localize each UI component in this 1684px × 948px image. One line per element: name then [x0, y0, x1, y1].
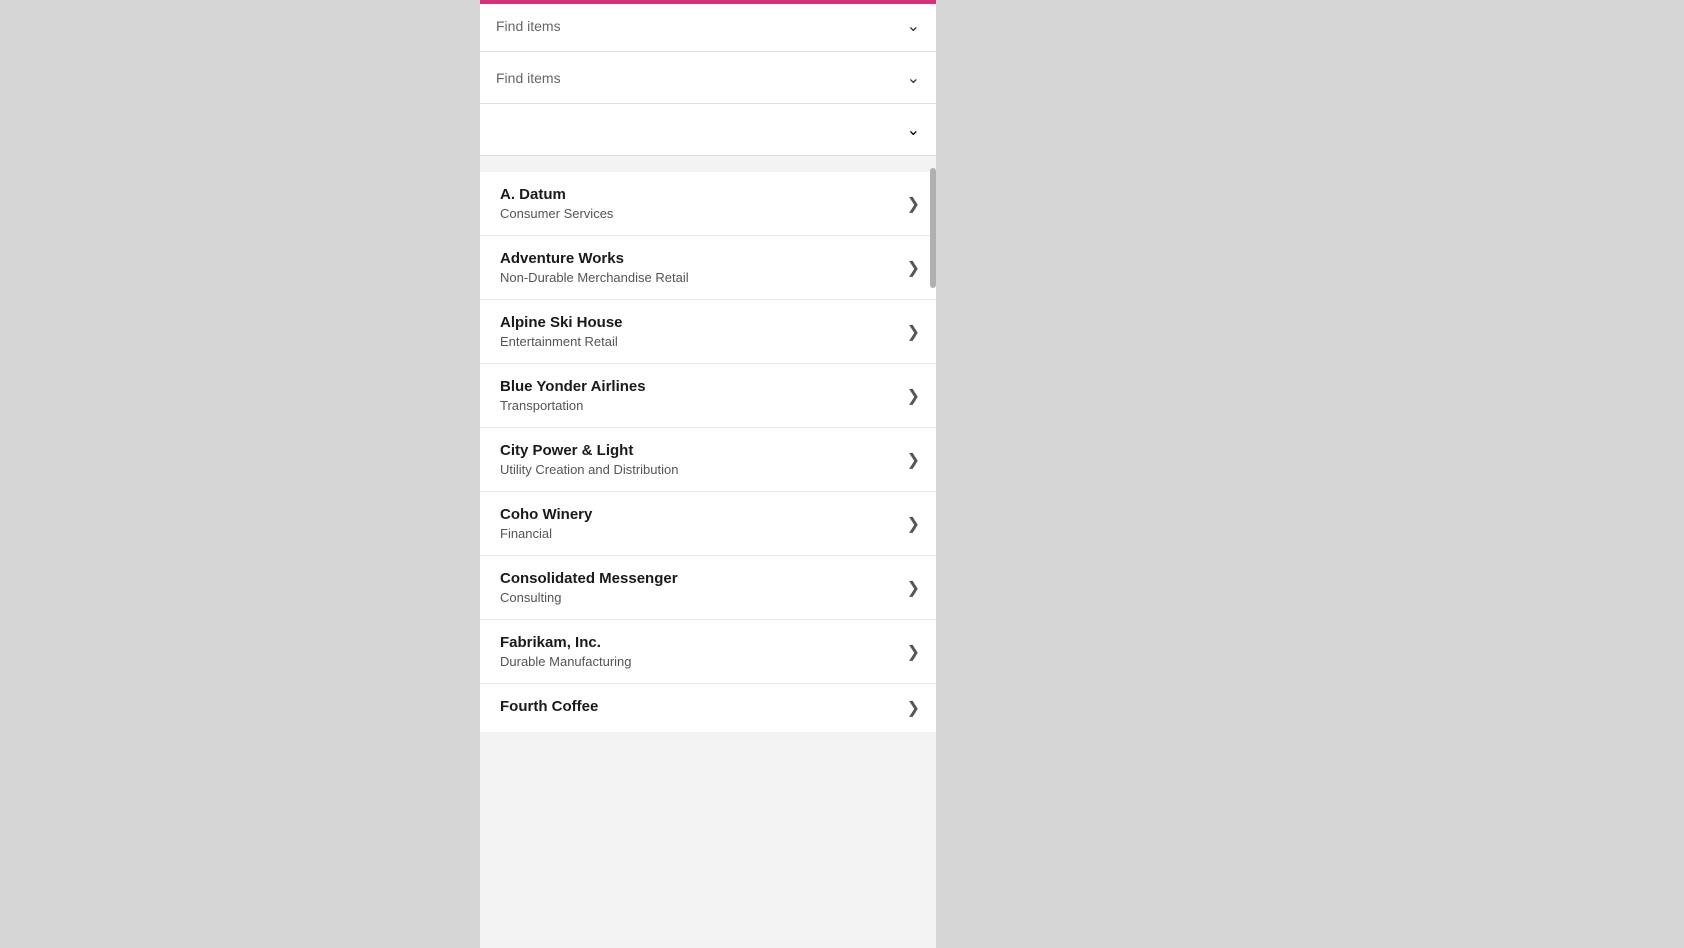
list-item-adventure-works[interactable]: Adventure Works Non-Durable Merchandise …	[480, 236, 936, 300]
filter-label-1: Find items	[496, 18, 561, 34]
list-item-fabrikam[interactable]: Fabrikam, Inc. Durable Manufacturing ❯	[480, 620, 936, 684]
chevron-right-icon-fourth-coffee: ❯	[907, 698, 920, 718]
item-name-alpine-ski-house: Alpine Ski House	[500, 314, 899, 331]
item-sub-a-datum: Consumer Services	[500, 206, 899, 221]
chevron-right-icon-coho-winery: ❯	[907, 514, 920, 534]
chevron-right-icon-consolidated-messenger: ❯	[907, 578, 920, 598]
item-text-blue-yonder: Blue Yonder Airlines Transportation	[500, 378, 899, 413]
scrollbar-thumb[interactable]	[930, 168, 936, 288]
chevron-down-icon-1: ⌄	[907, 16, 920, 36]
item-text-a-datum: A. Datum Consumer Services	[500, 186, 899, 221]
item-sub-fabrikam: Durable Manufacturing	[500, 654, 899, 669]
filter-row-3[interactable]: ⌄	[480, 104, 936, 156]
item-name-adventure-works: Adventure Works	[500, 250, 899, 267]
chevron-right-icon-city-power: ❯	[907, 450, 920, 470]
item-name-fabrikam: Fabrikam, Inc.	[500, 634, 899, 651]
item-name-blue-yonder: Blue Yonder Airlines	[500, 378, 899, 395]
top-accent-bar	[480, 0, 936, 4]
chevron-right-icon-adventure-works: ❯	[907, 258, 920, 278]
item-text-consolidated-messenger: Consolidated Messenger Consulting	[500, 570, 899, 605]
chevron-right-icon-a-datum: ❯	[907, 194, 920, 214]
item-name-consolidated-messenger: Consolidated Messenger	[500, 570, 899, 587]
list-item-blue-yonder[interactable]: Blue Yonder Airlines Transportation ❯	[480, 364, 936, 428]
filter-label-2: Find items	[496, 70, 561, 86]
list-item-coho-winery[interactable]: Coho Winery Financial ❯	[480, 492, 936, 556]
list-item-city-power[interactable]: City Power & Light Utility Creation and …	[480, 428, 936, 492]
item-sub-blue-yonder: Transportation	[500, 398, 899, 413]
chevron-right-icon-alpine-ski-house: ❯	[907, 322, 920, 342]
item-text-alpine-ski-house: Alpine Ski House Entertainment Retail	[500, 314, 899, 349]
list-item-fourth-coffee[interactable]: Fourth Coffee ❯	[480, 684, 936, 732]
filter-row-1[interactable]: Find items ⌄	[480, 0, 936, 52]
item-name-city-power: City Power & Light	[500, 442, 899, 459]
chevron-down-icon-2: ⌄	[907, 68, 920, 88]
item-text-fourth-coffee: Fourth Coffee	[500, 698, 899, 718]
item-sub-alpine-ski-house: Entertainment Retail	[500, 334, 899, 349]
list-item-alpine-ski-house[interactable]: Alpine Ski House Entertainment Retail ❯	[480, 300, 936, 364]
item-sub-adventure-works: Non-Durable Merchandise Retail	[500, 270, 899, 285]
item-name-a-datum: A. Datum	[500, 186, 899, 203]
item-sub-consolidated-messenger: Consulting	[500, 590, 899, 605]
item-name-coho-winery: Coho Winery	[500, 506, 899, 523]
chevron-right-icon-blue-yonder: ❯	[907, 386, 920, 406]
item-text-coho-winery: Coho Winery Financial	[500, 506, 899, 541]
chevron-right-icon-fabrikam: ❯	[907, 642, 920, 662]
list-item-consolidated-messenger[interactable]: Consolidated Messenger Consulting ❯	[480, 556, 936, 620]
item-text-fabrikam: Fabrikam, Inc. Durable Manufacturing	[500, 634, 899, 669]
items-list: A. Datum Consumer Services ❯ Adventure W…	[480, 172, 936, 732]
item-text-adventure-works: Adventure Works Non-Durable Merchandise …	[500, 250, 899, 285]
list-item-a-datum[interactable]: A. Datum Consumer Services ❯	[480, 172, 936, 236]
item-name-fourth-coffee: Fourth Coffee	[500, 698, 899, 715]
item-text-city-power: City Power & Light Utility Creation and …	[500, 442, 899, 477]
item-sub-coho-winery: Financial	[500, 526, 899, 541]
item-sub-city-power: Utility Creation and Distribution	[500, 462, 899, 477]
spacer	[480, 156, 936, 172]
main-panel: Find items ⌄ Find items ⌄ ⌄ A. Datum Con…	[480, 0, 936, 948]
filter-row-2[interactable]: Find items ⌄	[480, 52, 936, 104]
chevron-down-icon-3: ⌄	[907, 120, 920, 140]
